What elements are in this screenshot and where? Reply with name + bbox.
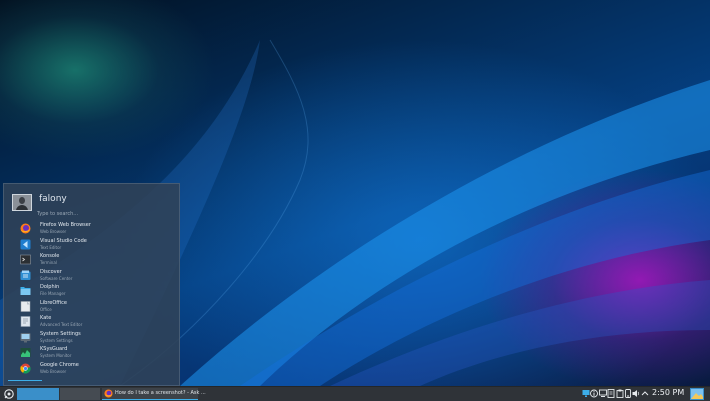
app-description: Text Editor xyxy=(40,244,62,250)
app-name: KSysGuard xyxy=(40,346,68,352)
vscode-icon xyxy=(20,239,31,249)
app-item-discover[interactable]: Discover Software Center xyxy=(18,268,178,284)
user-name: falony xyxy=(39,194,67,204)
app-name: Discover xyxy=(40,268,62,275)
launcher-tab-indicator xyxy=(8,380,42,381)
task-firefox[interactable]: How do I take a screenshot? - Ask ... xyxy=(102,388,206,400)
app-item-ksysguard[interactable]: KSysGuard System Monitor xyxy=(18,345,178,361)
clipboard-icon[interactable] xyxy=(616,389,624,398)
expand-tray-icon[interactable] xyxy=(641,389,649,398)
app-name: Visual Studio Code xyxy=(40,237,87,244)
app-description: System Monitor xyxy=(40,353,72,358)
volume-icon[interactable] xyxy=(632,389,640,398)
app-description: Advanced Text Editor xyxy=(40,322,83,327)
app-description: Terminal xyxy=(40,260,57,265)
app-name: System Settings xyxy=(40,330,81,337)
libreoffice-icon xyxy=(20,300,31,312)
clock[interactable]: 2:50 PM xyxy=(652,388,684,397)
device-icon[interactable] xyxy=(624,389,632,398)
app-item-konsole[interactable]: Konsole Terminal xyxy=(18,252,178,268)
app-name: Google Chrome xyxy=(40,361,79,368)
dolphin-icon xyxy=(20,287,31,295)
info-icon[interactable] xyxy=(590,389,599,398)
app-name: Dolphin xyxy=(40,284,60,290)
firefox-icon xyxy=(104,389,113,398)
discover-icon xyxy=(20,270,31,280)
app-item-system-settings[interactable]: System Settings System Settings xyxy=(18,330,178,346)
app-description: Office xyxy=(40,306,52,312)
app-name: Kate xyxy=(40,315,52,321)
app-list: Firefox Web Browser Web Browser Visual Stu… xyxy=(18,221,178,376)
display-icon[interactable] xyxy=(582,389,590,398)
chrome-icon xyxy=(20,363,31,373)
kde-menu-icon[interactable] xyxy=(3,388,15,400)
task-label: How do I take a screenshot? - Ask ... xyxy=(115,390,206,396)
app-name: Konsole xyxy=(40,253,60,259)
avatar[interactable] xyxy=(12,194,32,211)
app-name: Firefox Web Browser xyxy=(40,222,91,228)
app-item-firefox-web-browser[interactable]: Firefox Web Browser Web Browser xyxy=(18,221,178,237)
app-item-visual-studio-code[interactable]: Visual Studio Code Text Editor xyxy=(18,237,178,253)
pager-desktop-1[interactable] xyxy=(17,388,59,400)
firefox-icon xyxy=(20,223,31,234)
app-item-libreoffice[interactable]: LibreOffice Office xyxy=(18,299,178,315)
app-item-kate[interactable]: Kate Advanced Text Editor xyxy=(18,314,178,330)
app-item-dolphin[interactable]: Dolphin File Manager xyxy=(18,283,178,299)
app-description: Software Center xyxy=(40,275,73,281)
search-input[interactable] xyxy=(37,209,173,219)
settings-icon xyxy=(20,332,31,342)
application-launcher: falony Firefox Web BrowserWeb BrowserVis… xyxy=(3,183,180,386)
app-name: LibreOffice xyxy=(40,299,67,306)
notes-icon[interactable] xyxy=(607,389,615,398)
app-description: Web Browser xyxy=(40,368,67,374)
app-description: File Manager xyxy=(40,291,66,296)
kate-icon xyxy=(20,316,31,327)
ksysguard-icon xyxy=(20,348,31,357)
pager-desktop-2[interactable] xyxy=(60,388,100,400)
konsole-icon xyxy=(20,254,31,265)
show-desktop-icon[interactable] xyxy=(690,388,704,400)
app-description: System Settings xyxy=(40,337,73,343)
network-icon[interactable] xyxy=(598,389,607,398)
taskbar: How do I take a screenshot? - Ask ... 2:… xyxy=(0,386,710,401)
app-description: Web Browser xyxy=(40,229,67,234)
app-item-google-chrome[interactable]: Google Chrome Web Browser xyxy=(18,361,178,377)
